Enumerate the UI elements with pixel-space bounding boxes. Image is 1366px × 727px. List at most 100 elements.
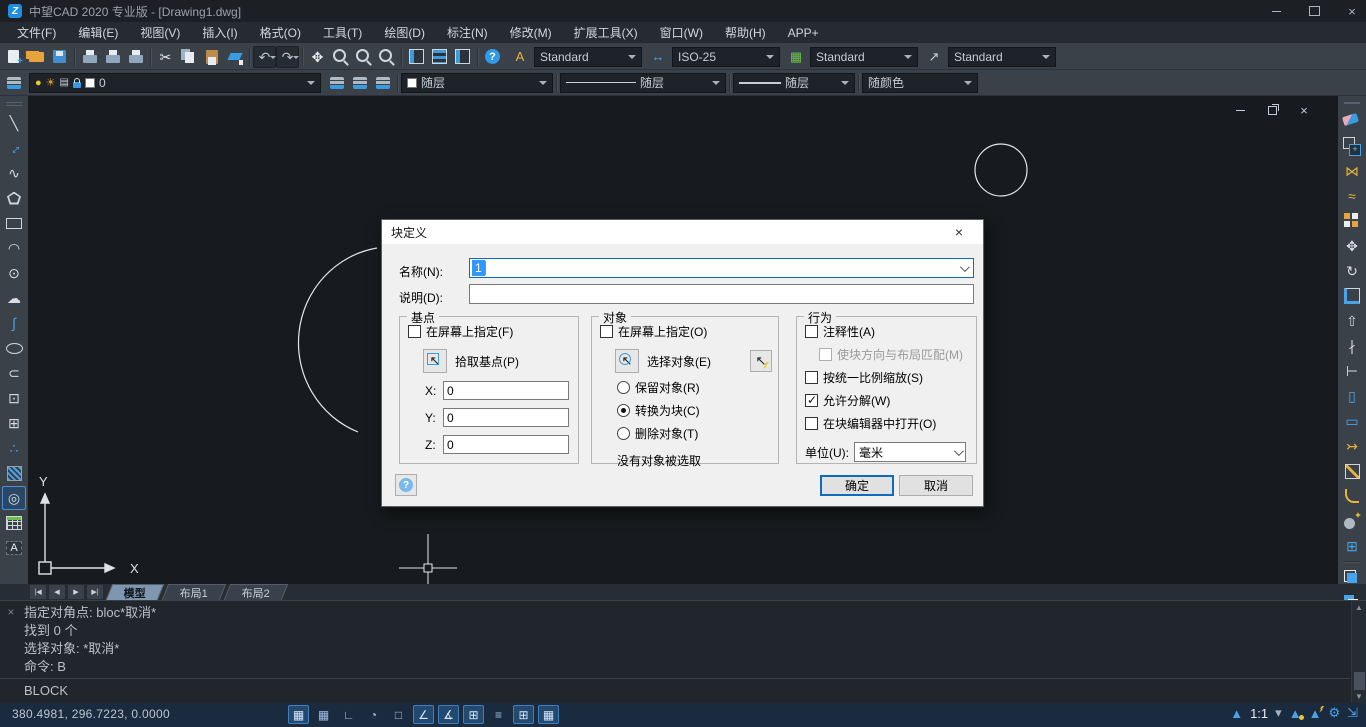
paste-icon[interactable]	[200, 46, 223, 68]
rotate-tool-icon[interactable]: ↻	[1340, 259, 1364, 283]
open-file-icon[interactable]	[25, 46, 48, 68]
tab-layout2[interactable]: 布局2	[224, 584, 289, 600]
erase-tool-icon[interactable]	[1340, 109, 1364, 133]
next-tab-button[interactable]: ▶	[68, 585, 84, 599]
block-name-combo[interactable]: 1	[469, 258, 974, 278]
menu-edit[interactable]: 编辑(E)	[67, 22, 129, 43]
zoom-realtime-icon[interactable]	[329, 46, 352, 68]
polygon-tool-icon[interactable]	[2, 186, 26, 210]
rectangle-tool-icon[interactable]	[2, 211, 26, 235]
new-file-icon[interactable]	[2, 46, 25, 68]
open-in-block-editor-checkbox[interactable]: 在块编辑器中打开(O)	[805, 415, 976, 432]
block-tool-icon[interactable]: ⊞	[2, 411, 26, 435]
revision-cloud-tool-icon[interactable]: ☁	[2, 286, 26, 310]
break-tool-icon[interactable]: ▭	[1340, 409, 1364, 433]
convert-to-block-radio[interactable]: 转换为块(C)	[617, 402, 778, 419]
dialog-help-button[interactable]	[395, 474, 417, 496]
command-close-icon[interactable]: ×	[0, 601, 22, 677]
properties-palette-icon[interactable]	[405, 46, 428, 68]
tab-model[interactable]: 模型	[106, 584, 164, 600]
retain-objects-radio[interactable]: 保留对象(R)	[617, 379, 778, 396]
fullscreen-icon[interactable]: ⇲	[1347, 705, 1358, 721]
workspace-gear-icon[interactable]: ⚙	[1328, 705, 1340, 721]
arc-tool-icon[interactable]: ◠	[2, 236, 26, 260]
mdi-minimize-button[interactable]	[1234, 104, 1246, 116]
snap-toggle[interactable]: ▦	[313, 705, 334, 724]
window-minimize-button[interactable]	[1270, 5, 1282, 17]
esnap-toggle[interactable]: □	[388, 705, 409, 724]
join-tool-icon[interactable]: ↣	[1340, 434, 1364, 458]
array-tool-icon[interactable]	[1340, 209, 1364, 233]
scale-uniformly-checkbox[interactable]: 按统一比例缩放(S)	[805, 369, 976, 386]
copy-tool-icon[interactable]	[1340, 134, 1364, 158]
dialog-title-bar[interactable]: 块定义 ×	[382, 220, 983, 244]
ellipse-arc-tool-icon[interactable]: ⊂	[2, 361, 26, 385]
print-preview-icon[interactable]	[101, 46, 124, 68]
pan-icon[interactable]: ✥	[306, 46, 329, 68]
menu-tools[interactable]: 工具(T)	[312, 22, 373, 43]
description-input[interactable]	[469, 284, 974, 304]
mtext-tool-icon[interactable]	[2, 536, 26, 560]
zoom-window-icon[interactable]	[352, 46, 375, 68]
zoom-previous-icon[interactable]	[375, 46, 398, 68]
break-at-point-tool-icon[interactable]: ▯	[1340, 384, 1364, 408]
chamfer-tool-icon[interactable]	[1340, 459, 1364, 483]
design-center-icon[interactable]	[428, 46, 451, 68]
move-tool-icon[interactable]: ✥	[1340, 234, 1364, 258]
make-block-tool-icon[interactable]: ◎	[2, 486, 26, 510]
otrack-toggle[interactable]: ∡	[438, 705, 459, 724]
scroll-up-icon[interactable]: ▲	[1355, 603, 1363, 612]
command-input[interactable]: BLOCK	[0, 678, 1350, 703]
table-tool-icon[interactable]	[2, 511, 26, 535]
command-window[interactable]: × 指定对角点: bloc*取消*找到 0 个选择对象: *取消*命令: B B…	[0, 600, 1366, 703]
menu-draw[interactable]: 绘图(D)	[373, 22, 436, 43]
dialog-close-icon[interactable]: ×	[944, 224, 974, 240]
coordinate-input[interactable]	[443, 381, 569, 400]
scrollbar-thumb[interactable]	[1354, 672, 1365, 690]
quick-select-button[interactable]: ↖	[750, 350, 772, 372]
allow-exploding-checkbox[interactable]: 允许分解(W)	[805, 392, 976, 409]
toolbar-grip[interactable]	[6, 102, 22, 106]
ellipse-tool-icon[interactable]	[2, 336, 26, 360]
toolbar-grip[interactable]	[1344, 102, 1360, 104]
select-objects-button[interactable]: ↖	[615, 349, 639, 373]
undo-icon[interactable]: ↶	[253, 46, 276, 68]
annotation-scale-value[interactable]: 1:1	[1250, 706, 1268, 721]
annotation-autoscale-icon[interactable]: ▲	[1309, 706, 1322, 721]
color-combo[interactable]: 随层	[401, 73, 553, 93]
pick-point-button[interactable]: ↖	[423, 349, 447, 373]
menu-help[interactable]: 帮助(H)	[714, 22, 777, 43]
coordinate-input[interactable]	[443, 435, 569, 454]
annotation-scale-caret[interactable]: ▾	[1275, 705, 1282, 721]
help-icon[interactable]	[481, 46, 504, 68]
spline-tool-icon[interactable]: ∫	[2, 311, 26, 335]
first-tab-button[interactable]: |◀	[30, 585, 46, 599]
tool-palettes-icon[interactable]	[451, 46, 474, 68]
coordinate-input[interactable]	[443, 408, 569, 427]
ok-button[interactable]: 确定	[820, 475, 894, 496]
menu-app-plus[interactable]: APP+	[777, 22, 830, 43]
last-tab-button[interactable]: ▶|	[87, 585, 103, 599]
cancel-button[interactable]: 取消	[899, 475, 973, 496]
layer-isolate-icon[interactable]	[371, 72, 394, 94]
layer-states-icon[interactable]	[325, 72, 348, 94]
name-combo-dropdown[interactable]	[955, 265, 971, 272]
explode-tool-icon[interactable]	[1340, 509, 1364, 533]
print-icon[interactable]	[78, 46, 101, 68]
grid-toggle[interactable]: ▦	[288, 705, 309, 724]
mirror-tool-icon[interactable]: ⋈	[1340, 159, 1364, 183]
menu-express-tools[interactable]: 扩展工具(X)	[563, 22, 649, 43]
osnap-toggle[interactable]: ∠	[413, 705, 434, 724]
plot-icon[interactable]	[124, 46, 147, 68]
menu-view[interactable]: 视图(V)	[129, 22, 191, 43]
dyn-toggle[interactable]: ⊞	[463, 705, 484, 724]
annotation-scale-icon[interactable]: ▲	[1230, 706, 1243, 721]
layer-combo[interactable]: ● ☀ ▤ 0	[29, 73, 321, 93]
mdi-close-button[interactable]: ×	[1298, 104, 1310, 116]
menu-window[interactable]: 窗口(W)	[649, 22, 714, 43]
draw-order-front-icon[interactable]	[1340, 566, 1364, 590]
point-tool-icon[interactable]: ∴	[2, 436, 26, 460]
save-icon[interactable]	[48, 46, 71, 68]
tab-layout1[interactable]: 布局1	[162, 584, 227, 600]
polar-toggle[interactable]: ◔	[363, 705, 384, 724]
